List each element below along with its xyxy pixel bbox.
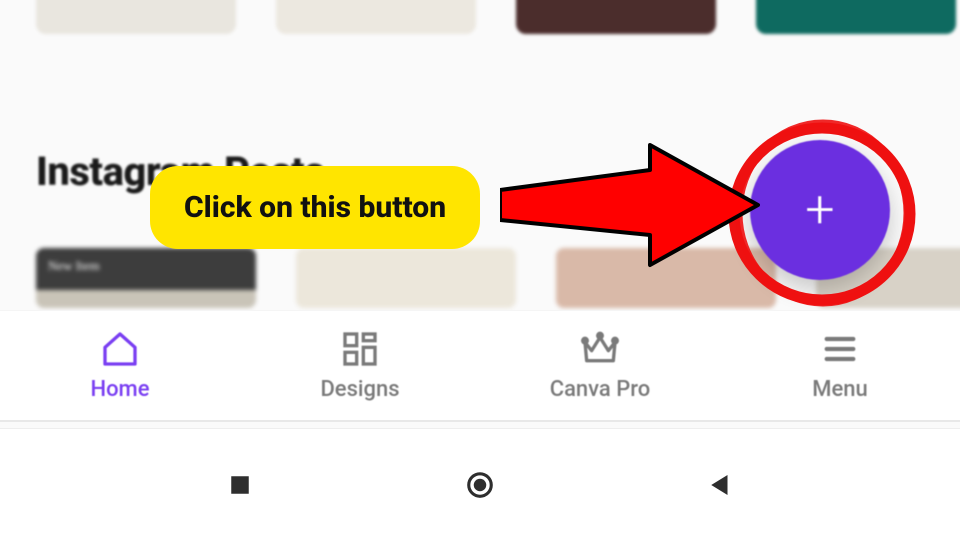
annotation-callout: Click on this button xyxy=(150,166,480,249)
plus-icon: + xyxy=(805,184,834,236)
grid-icon xyxy=(340,329,380,369)
template-thumb[interactable]: FREE xyxy=(756,0,956,34)
thumb-caption: New Item xyxy=(48,258,100,274)
nav-label: Designs xyxy=(320,377,399,402)
system-recent-icon[interactable] xyxy=(225,470,255,500)
nav-canva-pro[interactable]: Canva Pro xyxy=(480,311,720,420)
hamburger-icon xyxy=(820,329,860,369)
template-thumb[interactable] xyxy=(556,248,776,308)
home-icon xyxy=(100,329,140,369)
nav-label: Canva Pro xyxy=(550,377,651,402)
system-back-icon[interactable] xyxy=(705,470,735,500)
divider xyxy=(0,420,960,422)
template-thumb[interactable]: FREE xyxy=(36,0,236,34)
nav-label: Home xyxy=(90,377,149,402)
crown-icon xyxy=(580,329,620,369)
nav-label: Menu xyxy=(812,377,868,402)
create-new-fab[interactable]: + xyxy=(750,140,890,280)
nav-home[interactable]: Home xyxy=(0,311,240,420)
bottom-nav: Home Designs Can xyxy=(0,310,960,420)
template-thumb[interactable]: FREE xyxy=(276,0,476,34)
template-thumb[interactable]: New Item xyxy=(36,248,256,308)
system-home-icon[interactable] xyxy=(465,470,495,500)
system-nav-bar xyxy=(0,428,960,540)
template-thumb[interactable] xyxy=(296,248,516,308)
template-row-top: FREE FREE FREE FREE xyxy=(0,0,960,34)
nav-menu[interactable]: Menu xyxy=(720,311,960,420)
template-thumb[interactable]: FREE xyxy=(516,0,716,34)
nav-designs[interactable]: Designs xyxy=(240,311,480,420)
